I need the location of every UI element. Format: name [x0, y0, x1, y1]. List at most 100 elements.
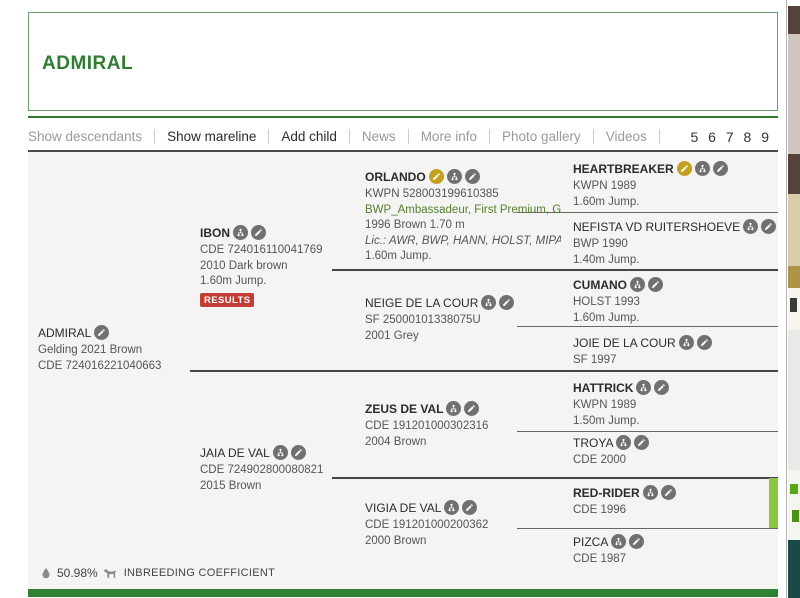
pedigree-cell-cumano: CUMANO HOLST 1993 1.60m Jump. [573, 276, 663, 326]
edit-icon[interactable] [648, 277, 663, 292]
horse-detail: 1.40m Jump. [573, 253, 776, 269]
pedigree-icon[interactable] [447, 169, 462, 184]
results-badge[interactable]: RESULTS [200, 293, 254, 307]
background-peek-block [788, 470, 800, 540]
edit-icon[interactable] [291, 445, 306, 460]
pedigree-icon[interactable] [630, 277, 645, 292]
footer-green-bar [28, 589, 778, 597]
horse-detail: CDE 724016221040663 [38, 359, 161, 375]
edit-icon[interactable] [629, 534, 644, 549]
horse-name-link[interactable]: ADMIRAL [38, 326, 91, 340]
horse-detail: 1996 Brown 1.70 m [365, 218, 561, 234]
horse-name-link[interactable]: HATTRICK [573, 381, 633, 395]
background-peek-block [788, 154, 800, 194]
edit-icon[interactable] [464, 401, 479, 416]
horse-detail: 2015 Brown [200, 479, 323, 495]
horse-detail: HOLST 1993 [573, 295, 663, 311]
pedigree-divider [517, 528, 778, 529]
horse-detail: BWP 1990 [573, 237, 776, 253]
horse-name-link[interactable]: IBON [200, 226, 230, 240]
horse-name-link[interactable]: NEFISTA VD RUITERSHOEVE [573, 220, 740, 234]
menu-more-info[interactable]: More info [409, 129, 490, 144]
background-peek-block [788, 540, 800, 598]
horse-detail-studbook: BWP_Ambassadeur, First Premium, G-label [365, 203, 561, 219]
pedigree-cell-red-rider: RED-RIDER CDE 1996 [573, 484, 676, 519]
pedigree-divider [517, 431, 778, 432]
highlight-bar [769, 478, 778, 528]
menu-news[interactable]: News [350, 129, 409, 144]
premium-edit-icon[interactable] [677, 161, 692, 176]
horse-name-link[interactable]: ORLANDO [365, 170, 426, 184]
pedigree-divider [190, 370, 778, 372]
pedigree-icon[interactable] [743, 219, 758, 234]
horse-name-link[interactable]: NEIGE DE LA COUR [365, 296, 478, 310]
horse-detail: 2001 Grey [365, 329, 514, 345]
menu-show-descendants[interactable]: Show descendants [28, 129, 155, 144]
action-menu: Show descendants Show mareline Add child… [28, 124, 778, 149]
horse-detail: CDE 2000 [573, 453, 649, 469]
pedigree-icon[interactable] [636, 380, 651, 395]
horse-detail-licenses: Lic.: AWR, BWP, HANN, HOLST, MIPAAF, OS,… [365, 234, 561, 250]
horse-name-link[interactable]: ZEUS DE VAL [365, 402, 443, 416]
pedigree-icon[interactable] [481, 295, 496, 310]
pedigree-cell-jaia-de-val: JAIA DE VAL CDE 724902800080821 2015 Bro… [200, 444, 323, 494]
pedigree-icon[interactable] [616, 435, 631, 450]
horse-detail: 1.60m Jump. [200, 274, 323, 290]
edit-icon[interactable] [761, 219, 776, 234]
edit-icon[interactable] [634, 435, 649, 450]
horse-name-link[interactable]: VIGIA DE VAL [365, 501, 441, 515]
edit-icon[interactable] [462, 500, 477, 515]
menu-add-child[interactable]: Add child [269, 129, 350, 144]
pedigree-table: ADMIRAL Gelding 2021 Brown CDE 724016221… [28, 152, 778, 589]
edit-icon[interactable] [697, 335, 712, 350]
horse-name-link[interactable]: RED-RIDER [573, 486, 640, 500]
horse-name-link[interactable]: HEARTBREAKER [573, 162, 674, 176]
pedigree-icon[interactable] [444, 500, 459, 515]
horse-header-card: ADMIRAL [28, 12, 778, 111]
edit-icon[interactable] [251, 225, 266, 240]
inbreeding-footer: 50.98% INBREEDING COEFFICIENT [40, 566, 275, 580]
horse-detail: SF 25000101338075U [365, 313, 514, 329]
menu-show-mareline[interactable]: Show mareline [155, 129, 269, 144]
horse-detail: CDE 724016110041769 [200, 243, 323, 259]
horse-detail: 2000 Brown [365, 534, 488, 550]
pedigree-icon[interactable] [643, 485, 658, 500]
horse-name-link[interactable]: JOIE DE LA COUR [573, 336, 676, 350]
horse-detail: CDE 1996 [573, 503, 676, 519]
horse-name-link[interactable]: PIZCA [573, 535, 608, 549]
horse-name-link[interactable]: JAIA DE VAL [200, 446, 270, 460]
pedigree-cell-joie-de-la-cour: JOIE DE LA COUR SF 1997 [573, 334, 712, 369]
pedigree-icon[interactable] [695, 161, 710, 176]
edit-icon[interactable] [654, 380, 669, 395]
pedigree-cell-hattrick: HATTRICK KWPN 1989 1.50m Jump. [573, 379, 669, 429]
edit-icon[interactable] [465, 169, 480, 184]
edit-icon[interactable] [713, 161, 728, 176]
pedigree-icon[interactable] [679, 335, 694, 350]
edit-icon[interactable] [94, 325, 109, 340]
edit-icon[interactable] [661, 485, 676, 500]
edit-icon[interactable] [499, 295, 514, 310]
premium-edit-icon[interactable] [429, 169, 444, 184]
pedigree-cell-troya: TROYA CDE 2000 [573, 434, 649, 469]
pedigree-icon[interactable] [233, 225, 248, 240]
pedigree-icon[interactable] [446, 401, 461, 416]
menu-photo-gallery[interactable]: Photo gallery [490, 129, 594, 144]
horse-detail: 1.60m Jump. [365, 249, 561, 265]
horse-detail: CDE 1987 [573, 552, 644, 568]
pedigree-cell-neige-de-la-cour: NEIGE DE LA COUR SF 25000101338075U 2001… [365, 294, 514, 344]
horse-detail: 2004 Brown [365, 435, 488, 451]
horse-name-link[interactable]: TROYA [573, 436, 613, 450]
horse-name-link[interactable]: CUMANO [573, 278, 627, 292]
pedigree-cell-admiral: ADMIRAL Gelding 2021 Brown CDE 724016221… [38, 324, 161, 374]
blood-drop-icon [40, 567, 52, 579]
background-peek-block [788, 194, 800, 266]
generation-pagination[interactable]: 5 6 7 8 9 [691, 129, 779, 145]
menu-videos[interactable]: Videos [594, 129, 660, 144]
horse-detail: 1.60m Jump. [573, 195, 728, 211]
page: ADMIRAL Show descendants Show mareline A… [0, 0, 800, 598]
horse-detail: KWPN 528003199610385 [365, 187, 561, 203]
pedigree-icon[interactable] [611, 534, 626, 549]
horse-detail: CDE 191201000200362 [365, 518, 488, 534]
horse-detail: 2010 Dark brown [200, 259, 323, 275]
pedigree-icon[interactable] [273, 445, 288, 460]
